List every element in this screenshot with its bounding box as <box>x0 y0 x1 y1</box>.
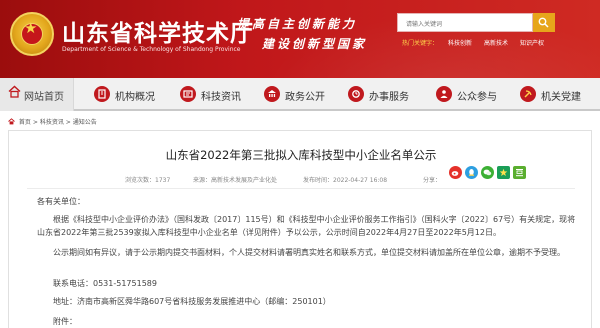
nav-item-gov-affairs[interactable]: 政务公开 <box>256 78 336 111</box>
breadcrumb-page-link[interactable]: 通知公告 <box>73 117 97 126</box>
breadcrumb-section-link[interactable]: 科技资讯 <box>40 117 64 126</box>
nav-label: 办事服务 <box>369 92 409 103</box>
gov-icon <box>264 86 280 102</box>
nav-label: 公众参与 <box>457 92 497 103</box>
people-icon <box>436 86 452 102</box>
nav-item-home[interactable]: 网站首页 <box>0 78 74 111</box>
wechat-share-icon[interactable] <box>481 166 494 179</box>
attachment-label: 附件： <box>53 317 77 326</box>
hot-keyword-link[interactable]: 科技创新 <box>448 38 472 47</box>
article-source: 来源：高新技术发展及产业化处 <box>193 177 278 184</box>
building-icon <box>94 86 110 102</box>
nav-label: 政务公开 <box>285 92 325 103</box>
contact-phone: 联系电话：0531-51751589 <box>53 279 157 288</box>
main-nav: 网站首页 机构概况 科技资讯 政务公开 办事服务 公众参与 机关党建 <box>0 78 600 111</box>
search-icon <box>538 17 549 28</box>
qq-share-icon[interactable] <box>465 166 478 179</box>
hot-keywords-label: 热门关键字： <box>402 40 439 47</box>
site-title[interactable]: 山东省科学技术厅 <box>62 14 254 48</box>
search-button[interactable] <box>533 13 555 32</box>
national-emblem-icon: ★ <box>10 12 54 56</box>
breadcrumb-separator: > <box>32 119 38 126</box>
view-count: 浏览次数：1737 <box>125 177 171 184</box>
publish-date: 发布时间：2022-04-27 16:08 <box>303 177 388 184</box>
hot-keyword-link[interactable]: 高新技术 <box>484 38 508 47</box>
nav-item-organization[interactable]: 机构概况 <box>86 78 166 111</box>
paragraph-regulation: 根据《科技型中小企业评价办法》（国科发政〔2017〕115号）和《科技型中小企业… <box>37 215 576 237</box>
slogan-line-1: 提高自主创新能力 <box>237 17 358 31</box>
salutation: 各有关单位： <box>37 197 85 206</box>
search-input[interactable]: 请输入关键词 <box>397 13 533 32</box>
party-icon <box>520 86 536 102</box>
weibo-share-icon[interactable] <box>449 166 462 179</box>
nav-item-news[interactable]: 科技资讯 <box>172 78 252 111</box>
nav-item-services[interactable]: 办事服务 <box>340 78 420 111</box>
douban-share-icon[interactable] <box>513 166 526 179</box>
slogan-line-2: 建设创新型国家 <box>262 37 368 51</box>
paragraph-objection: 公示期间如有异议，请于公示期内提交书面材料，个人提交材料请署明真实姓名和联系方式… <box>53 248 565 257</box>
nav-item-public-participation[interactable]: 公众参与 <box>428 78 508 111</box>
contact-address: 地址：济南市高新区舜华路607号省科技服务发展推进中心（邮编：250101） <box>53 297 331 306</box>
nav-label: 机关党建 <box>541 92 581 103</box>
nav-item-party-building[interactable]: 机关党建 <box>512 78 596 111</box>
breadcrumb: 首页 > 科技资讯 > 通知公告 <box>8 117 97 127</box>
article-title: 山东省2022年第三批拟入库科技型中小企业名单公示 <box>165 148 437 162</box>
site-subtitle: Department of Science & Technology of Sh… <box>62 46 241 53</box>
home-icon <box>8 85 24 101</box>
article-panel: 山东省2022年第三批拟入库科技型中小企业名单公示 浏览次数：1737 来源：高… <box>8 130 592 328</box>
nav-label: 科技资讯 <box>201 92 241 103</box>
meta-divider <box>27 188 575 189</box>
nav-label: 网站首页 <box>24 92 64 103</box>
service-icon <box>348 86 364 102</box>
news-icon <box>180 86 196 102</box>
qzone-share-icon[interactable] <box>497 166 510 179</box>
share-label: 分享： <box>423 177 442 184</box>
site-header: ★ 山东省科学技术厅 Department of Science & Techn… <box>0 0 600 78</box>
breadcrumb-home-link[interactable]: 首页 <box>19 117 31 126</box>
home-icon <box>8 118 15 125</box>
nav-label: 机构概况 <box>115 92 155 103</box>
breadcrumb-separator: > <box>65 119 71 126</box>
hot-keyword-link[interactable]: 知识产权 <box>520 38 544 47</box>
